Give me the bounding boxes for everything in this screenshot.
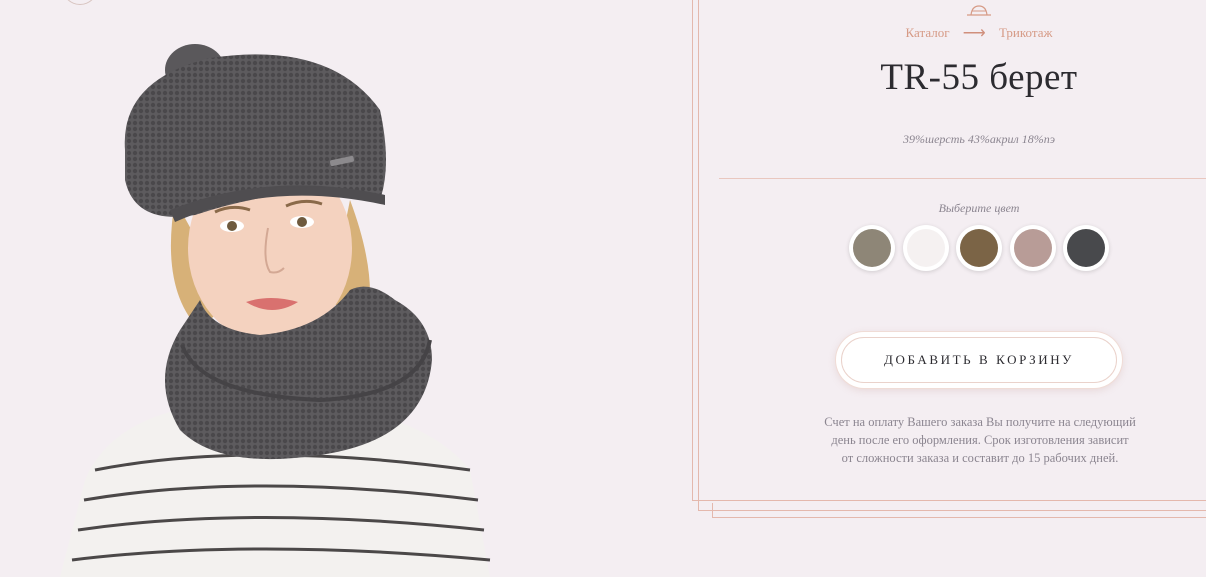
add-to-cart-button[interactable]: ДОБАВИТЬ В КОРЗИНУ (836, 332, 1122, 388)
order-note-line: от сложности заказа и составит до 15 раб… (841, 451, 1119, 465)
product-title: TR-55 берет (880, 57, 1078, 98)
color-swatch-beige-gray[interactable] (849, 225, 895, 271)
add-to-cart-label: ДОБАВИТЬ В КОРЗИНУ (841, 337, 1117, 383)
hat-icon (967, 5, 991, 16)
product-composition: 39%шерсть 43%акрил 18%пэ (903, 132, 1055, 146)
order-note-line: день после его оформления. Срок изготовл… (831, 433, 1129, 447)
breadcrumb: Каталог ⟶ Трикотаж (719, 23, 1206, 43)
card-frame-bottom (712, 503, 1206, 518)
color-swatch-dusty-pink[interactable] (1010, 225, 1056, 271)
color-picker-label: Выберите цвет (938, 201, 1020, 215)
color-swatch-white[interactable] (903, 225, 949, 271)
product-photo (0, 0, 560, 577)
arrow-right-icon: ⟶ (962, 25, 986, 42)
order-note: Счет на оплату Вашего заказа Вы получите… (800, 413, 1160, 467)
order-note-line: Счет на оплату Вашего заказа Вы получите… (824, 415, 1136, 429)
section-divider (719, 178, 1206, 179)
color-swatch-brown[interactable] (956, 225, 1002, 271)
breadcrumb-category-link[interactable]: Трикотаж (999, 25, 1052, 40)
color-swatch-dark-gray[interactable] (1063, 225, 1109, 271)
breadcrumb-catalog-link[interactable]: Каталог (906, 25, 950, 40)
